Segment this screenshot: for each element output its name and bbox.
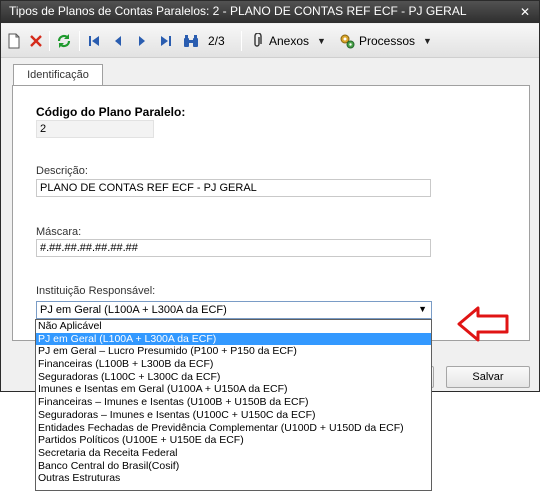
new-button[interactable] bbox=[6, 30, 22, 52]
record-position: 2/3 bbox=[208, 34, 225, 48]
find-record-button[interactable] bbox=[183, 30, 199, 52]
binoculars-icon bbox=[183, 33, 199, 49]
dropdown-option[interactable]: Partidos Políticos (U100E + U150E da ECF… bbox=[36, 434, 431, 447]
dropdown-option[interactable]: Financeiras – Imunes e Isentas (U100B + … bbox=[36, 396, 431, 409]
next-icon bbox=[134, 33, 150, 49]
description-field[interactable]: PLANO DE CONTAS REF ECF - PJ GERAL bbox=[36, 179, 431, 197]
last-record-icon bbox=[158, 33, 174, 49]
next-record-button[interactable] bbox=[134, 30, 150, 52]
mask-label: Máscara: bbox=[36, 226, 82, 238]
dropdown-option[interactable]: PJ em Geral – Lucro Presumido (P100 + P1… bbox=[36, 345, 431, 358]
attachments-menu[interactable]: Anexos ▼ bbox=[249, 30, 326, 52]
institution-dropdown-list[interactable]: Não Aplicável PJ em Geral (L100A + L300A… bbox=[35, 319, 432, 491]
description-label: Descrição: bbox=[36, 165, 88, 177]
dropdown-option[interactable]: Entidades Fechadas de Previdência Comple… bbox=[36, 422, 431, 435]
paperclip-icon bbox=[249, 33, 265, 49]
dropdown-option[interactable]: Outras Estruturas bbox=[36, 472, 431, 485]
previous-record-button[interactable] bbox=[110, 30, 126, 52]
code-field: 2 bbox=[36, 120, 154, 138]
dropdown-option[interactable]: Banco Central do Brasil(Cosif) bbox=[36, 460, 431, 473]
window-title: Tipos de Planos de Contas Paralelos: 2 -… bbox=[9, 4, 467, 18]
dropdown-option[interactable]: Imunes e Isentas em Geral (U100A + U150A… bbox=[36, 383, 431, 396]
processes-label: Processos bbox=[359, 34, 416, 48]
red-arrow-annotation-icon bbox=[457, 306, 509, 342]
tab-identificacao[interactable]: Identificação bbox=[13, 64, 103, 86]
processes-menu[interactable]: Processos ▼ bbox=[339, 30, 432, 52]
first-record-button[interactable] bbox=[86, 30, 102, 52]
save-button[interactable]: Salvar bbox=[446, 366, 530, 388]
dropdown-option[interactable]: Financeiras (L100B + L300B da ECF) bbox=[36, 358, 431, 371]
delete-button[interactable] bbox=[28, 30, 44, 52]
close-button[interactable]: ✕ bbox=[517, 4, 533, 20]
institution-select[interactable]: PJ em Geral (L100A + L300A da ECF) ▼ bbox=[36, 301, 432, 319]
mask-field[interactable]: #.##.##.##.##.##.## bbox=[36, 239, 431, 257]
dropdown-option-selected[interactable]: PJ em Geral (L100A + L300A da ECF) bbox=[36, 332, 431, 346]
title-bar[interactable]: Tipos de Planos de Contas Paralelos: 2 -… bbox=[1, 1, 539, 23]
institution-selected-value: PJ em Geral (L100A + L300A da ECF) bbox=[40, 304, 227, 316]
dropdown-option[interactable]: Não Aplicável bbox=[36, 320, 431, 333]
gears-icon bbox=[339, 33, 355, 49]
chevron-down-icon: ▼ bbox=[317, 36, 326, 46]
institution-label: Instituição Responsável: bbox=[36, 285, 156, 297]
new-document-icon bbox=[6, 33, 22, 49]
last-record-button[interactable] bbox=[158, 30, 174, 52]
chevron-down-icon: ▼ bbox=[418, 304, 427, 314]
dropdown-option[interactable]: Secretaria da Receita Federal bbox=[36, 447, 431, 460]
code-label: Código do Plano Paralelo: bbox=[36, 105, 186, 119]
delete-x-icon bbox=[28, 33, 44, 49]
dropdown-option[interactable]: Seguradoras – Imunes e Isentas (U100C + … bbox=[36, 409, 431, 422]
first-record-icon bbox=[86, 33, 102, 49]
refresh-icon bbox=[56, 33, 72, 49]
dropdown-option[interactable]: Seguradoras (L100C + L300C da ECF) bbox=[36, 371, 431, 384]
toolbar: 2/3 Anexos ▼ Processos ▼ bbox=[1, 24, 539, 58]
previous-icon bbox=[110, 33, 126, 49]
chevron-down-icon: ▼ bbox=[423, 36, 432, 46]
refresh-button[interactable] bbox=[56, 30, 72, 52]
attachments-label: Anexos bbox=[269, 34, 310, 48]
